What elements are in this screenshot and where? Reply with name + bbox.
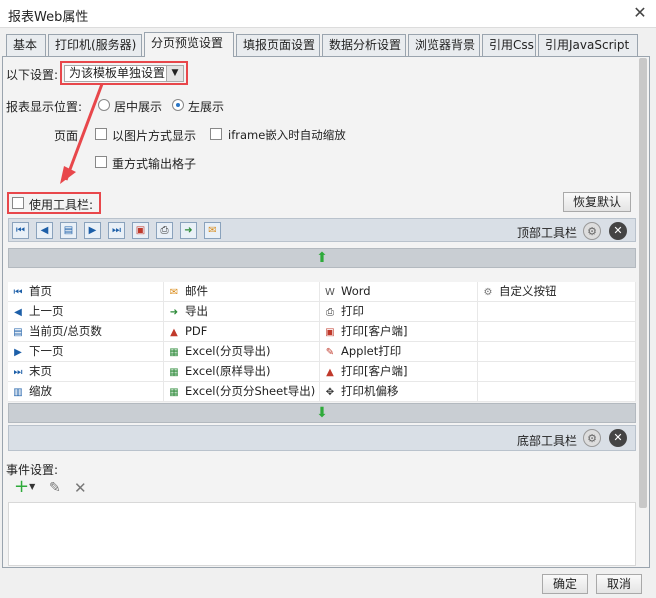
grid-item-print[interactable]: ⎙ 打印 — [320, 302, 478, 322]
gear-icon[interactable]: ⚙ — [583, 429, 601, 447]
cancel-button[interactable]: 取消 — [596, 574, 642, 594]
excel-icon: ▦ — [169, 367, 179, 378]
mail-icon: ✉ — [169, 287, 179, 298]
use-toolbar-label: 使用工具栏: — [29, 198, 94, 212]
grid-item-mail[interactable]: ✉ 邮件 — [164, 282, 320, 302]
tab-css[interactable]: 引用Css — [482, 34, 536, 56]
grid-item-empty — [478, 382, 636, 402]
grid-item-printer-offset[interactable]: ✥ 打印机偏移 — [320, 382, 478, 402]
checkbox-image-mode-label: 以图片方式显示 — [112, 129, 197, 143]
printer-icon[interactable]: ⎙ — [156, 222, 173, 239]
pdf-icon: ▲ — [170, 327, 178, 338]
delete-icon[interactable]: ✕ — [74, 479, 87, 497]
gear-icon: ⚙ — [483, 287, 493, 298]
tab-javascript[interactable]: 引用JavaScript — [538, 34, 638, 56]
checkbox-output-grid-label: 重方式输出格子 — [112, 157, 197, 171]
move-icon: ✥ — [325, 387, 335, 398]
first-page-icon[interactable]: ⏮ — [12, 222, 29, 239]
page-count-icon: ▤ — [13, 327, 23, 338]
grid-item-print-client[interactable]: ▣ 打印[客户端] — [320, 322, 478, 342]
next-page-icon[interactable]: ▶ — [84, 222, 101, 239]
pdf-print-icon: ▲ — [326, 367, 334, 378]
grid-item-excel-original[interactable]: ▦ Excel(原样导出) — [164, 362, 320, 382]
grid-item-empty — [478, 362, 636, 382]
zoom-icon: ▥ — [13, 387, 23, 398]
top-toolbar-label: 顶部工具栏 — [517, 226, 578, 240]
export-icon[interactable]: ➜ — [180, 222, 197, 239]
word-icon: W — [325, 287, 335, 298]
next-page-icon: ▶ — [14, 347, 22, 358]
grid-item-pdf[interactable]: ▲ PDF — [164, 322, 320, 342]
grid-item-empty — [478, 342, 636, 362]
tab-printer-server[interactable]: 打印机(服务器) — [48, 34, 142, 56]
remove-icon[interactable]: ✕ — [609, 429, 627, 447]
tab-fill-page[interactable]: 填报页面设置 — [236, 34, 320, 56]
previous-page-icon: ◀ — [14, 307, 22, 318]
arrow-up-icon: ⬆ — [316, 250, 328, 266]
checkbox-iframe-zoom-label: iframe嵌入时自动缩放 — [228, 128, 346, 142]
grid-item-custom[interactable]: ⚙ 自定义按钮 — [478, 282, 636, 302]
last-page-icon: ⏭ — [13, 367, 23, 378]
grid-item-empty — [478, 302, 636, 322]
export-icon: ➜ — [169, 307, 179, 318]
previous-page-icon[interactable]: ◀ — [36, 222, 53, 239]
grid-item-print-client-pdf[interactable]: ▲ 打印[客户端] — [320, 362, 478, 382]
mail-icon[interactable]: ✉ — [204, 222, 221, 239]
first-page-icon: ⏮ — [13, 287, 23, 298]
move-up-bar[interactable]: ⬆ — [8, 248, 636, 268]
excel-icon: ▦ — [169, 347, 179, 358]
grid-item-excel-sheet[interactable]: ▦ Excel(分页分Sheet导出) — [164, 382, 320, 402]
window-title: 报表Web属性 — [8, 10, 89, 25]
scope-label: 以下设置: — [6, 68, 59, 82]
bottom-toolbar: 底部工具栏 ⚙ ✕ — [8, 425, 636, 451]
edit-icon[interactable]: ✎ — [49, 480, 61, 496]
excel-icon: ▦ — [169, 387, 179, 398]
checkbox-iframe-zoom[interactable] — [210, 128, 222, 140]
grid-item-applet-print[interactable]: ✎ Applet打印 — [320, 342, 478, 362]
grid-item-word[interactable]: W Word — [320, 282, 478, 302]
title-bar: 报表Web属性 ✕ — [0, 0, 656, 28]
grid-item-page-count[interactable]: ▤ 当前页/总页数 — [8, 322, 164, 342]
tab-strip: 基本 打印机(服务器) 分页预览设置 填报页面设置 数据分析设置 浏览器背景 引… — [6, 32, 650, 57]
restore-default-button[interactable]: 恢复默认 — [563, 192, 631, 212]
print-client-icon: ▣ — [325, 327, 335, 338]
grid-item-empty — [478, 322, 636, 342]
add-icon[interactable]: +▼ — [14, 478, 35, 496]
arrow-down-icon: ⬇ — [316, 405, 328, 421]
printer-icon: ⎙ — [326, 307, 334, 318]
grid-item-last[interactable]: ⏭ 末页 — [8, 362, 164, 382]
tab-pagination-preview[interactable]: 分页预览设置 — [144, 32, 234, 57]
ok-button[interactable]: 确定 — [542, 574, 588, 594]
grid-item-first[interactable]: ⏮ 首页 — [8, 282, 164, 302]
close-icon[interactable]: ✕ — [630, 3, 650, 23]
events-list[interactable] — [8, 502, 636, 566]
applet-icon: ✎ — [325, 347, 335, 358]
radio-center-label: 居中展示 — [114, 100, 163, 114]
tab-data-analysis[interactable]: 数据分析设置 — [322, 34, 406, 56]
grid-item-export[interactable]: ➜ 导出 — [164, 302, 320, 322]
top-toolbar: ⏮ ◀ ▤ ▶ ⏭ ▣ ⎙ ➜ ✉ 顶部工具栏 ⚙ ✕ — [8, 218, 636, 242]
checkbox-use-toolbar[interactable] — [12, 197, 24, 209]
tab-browser-background[interactable]: 浏览器背景 — [408, 34, 480, 56]
tab-basic[interactable]: 基本 — [6, 34, 46, 56]
move-down-bar[interactable]: ⬇ — [8, 403, 636, 423]
annotation-arrow — [60, 83, 104, 184]
radio-left-label: 左展示 — [188, 100, 225, 114]
print-client-icon[interactable]: ▣ — [132, 222, 149, 239]
last-page-icon[interactable]: ⏭ — [108, 222, 125, 239]
gear-icon[interactable]: ⚙ — [583, 222, 601, 240]
radio-left[interactable] — [172, 99, 184, 111]
grid-item-excel-page[interactable]: ▦ Excel(分页导出) — [164, 342, 320, 362]
grid-item-prev[interactable]: ◀ 上一页 — [8, 302, 164, 322]
grid-item-next[interactable]: ▶ 下一页 — [8, 342, 164, 362]
bottom-toolbar-label: 底部工具栏 — [517, 434, 578, 448]
grid-item-zoom[interactable]: ▥ 缩放 — [8, 382, 164, 402]
available-buttons-grid: ⏮ 首页 ✉ 邮件 W Word ⚙ 自定义按钮 ◀ 上一页 ➜ 导出 ⎙ 打印 ▤ 当前页/总… — [8, 282, 636, 402]
page-count-icon[interactable]: ▤ — [60, 222, 77, 239]
vertical-scrollbar[interactable] — [639, 58, 647, 508]
remove-icon[interactable]: ✕ — [609, 222, 627, 240]
